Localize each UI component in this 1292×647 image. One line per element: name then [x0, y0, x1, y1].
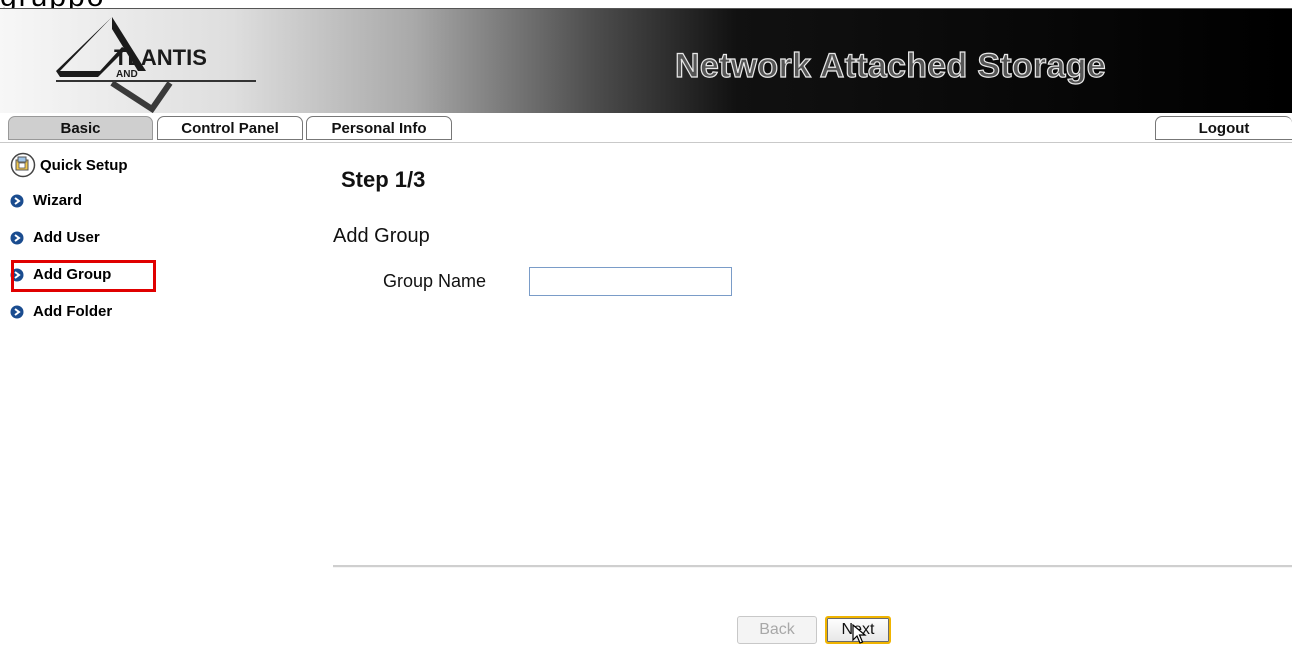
sidebar-item-add-user[interactable]: Add User — [10, 229, 100, 246]
sidebar-item-wizard[interactable]: Wizard — [10, 192, 82, 209]
app-title: Network Attached Storage — [674, 46, 1107, 85]
content-divider — [333, 565, 1292, 568]
cropped-top-text: gruppo — [0, 0, 1292, 8]
quick-setup-label: Quick Setup — [40, 156, 128, 174]
atlantis-logo: TLANTIS AND — [56, 17, 256, 113]
logo-subtext: AND — [116, 69, 138, 80]
main-tabs: Basic Control Panel Personal Info Logout — [0, 114, 1292, 143]
sidebar-item-label: Add Folder — [33, 303, 113, 320]
step-title: Step 1/3 — [341, 167, 426, 192]
quick-setup-heading: Quick Setup — [10, 152, 128, 178]
arrow-bullet-icon — [10, 231, 24, 244]
mouse-cursor-icon — [852, 624, 867, 644]
quick-setup-icon — [10, 152, 36, 178]
arrow-bullet-icon — [10, 305, 24, 318]
logo-text: TLANTIS — [114, 45, 207, 70]
app-header: TLANTIS AND Network Attached Storage — [0, 8, 1292, 113]
sidebar-item-add-folder[interactable]: Add Folder — [10, 303, 112, 320]
group-name-input[interactable] — [529, 267, 732, 296]
sidebar-item-label: Wizard — [33, 192, 83, 209]
logout-button[interactable]: Logout — [1155, 116, 1292, 140]
back-button[interactable]: Back — [737, 616, 817, 644]
tab-control-panel[interactable]: Control Panel — [157, 116, 303, 140]
arrow-bullet-icon — [10, 194, 24, 207]
tab-basic[interactable]: Basic — [8, 116, 153, 140]
section-title: Add Group — [333, 225, 430, 247]
sidebar-item-label: Add User — [33, 229, 100, 246]
group-name-label: Group Name — [383, 271, 487, 291]
highlight-annotation — [11, 260, 156, 292]
tab-personal-info[interactable]: Personal Info — [306, 116, 452, 140]
